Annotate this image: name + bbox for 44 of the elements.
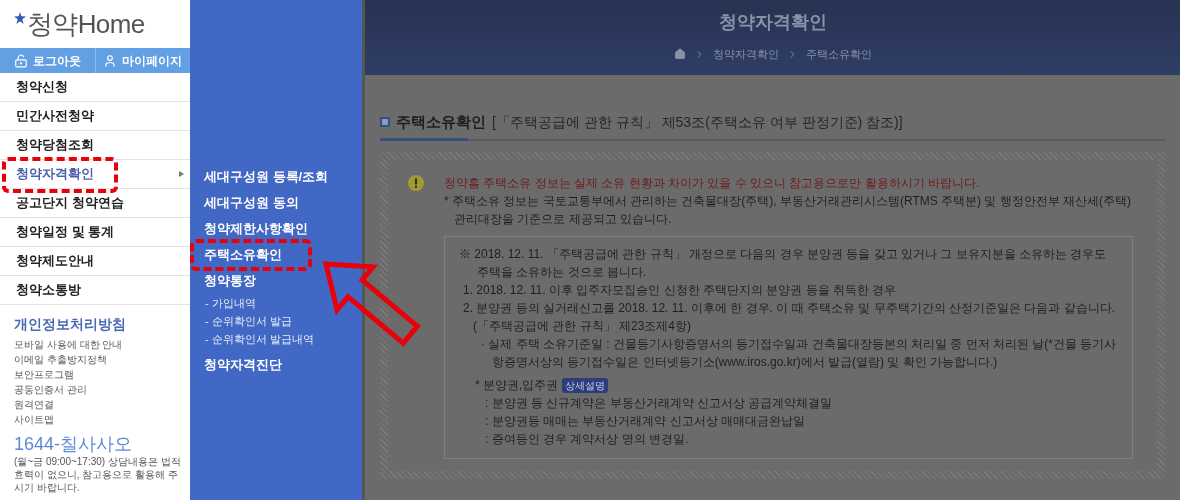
square-bullet-icon	[380, 117, 390, 127]
submenu-subitem[interactable]: - 순위확인서 발급내역	[204, 330, 362, 348]
section-title: 주택소유확인	[396, 111, 486, 132]
footer-link[interactable]: 이메일 추출방지정책	[14, 352, 190, 367]
ownership-criterion: · 실제 주택 소유기준일 : 건물등기사항증명서의 등기접수일과 건축물대장등본의 처리일 중 먼저 처리된 날(*건물 등기사항증명서상의 등기접수일은 인터넷등기소(www.iros.go.kr)에서 발급(열람) 및 확인 가능합니다.)	[480, 336, 1118, 371]
policy-title[interactable]: 개인정보처리방침	[14, 314, 190, 334]
breadcrumb-link[interactable]: 청약자격확인	[712, 46, 779, 63]
page-title: 청약자격확인	[718, 11, 827, 34]
site-logo[interactable]: 청약Home	[27, 4, 145, 44]
star-icon	[14, 12, 26, 24]
warning-text: 청약홈 주택소유 정보는 실제 소유 현황과 차이가 있을 수 있으니 참고용으로만 활용하시기 바랍니다.	[444, 175, 981, 192]
warning-icon	[408, 175, 424, 191]
submenu-item[interactable]: 세대구성원 동의	[204, 190, 362, 216]
rights-date-item: : 분양권등 매매는 부동산거래계약 신고서상 매매대금완납일	[484, 413, 806, 430]
rule-intro: ※ 2018. 12. 11. 「주택공급에 관한 규칙」 개정으로 다음의 경우 분양권 등을 갖고 있거나 그 보유지분을 소유하는 경우도 주택을 소유하는 것으로 봅니다.	[459, 246, 1108, 281]
submenu-item[interactable]: 청약통장	[204, 268, 362, 294]
submenu-item[interactable]: 세대구성원 등록/조회	[204, 164, 362, 190]
hotline-number: 1644-칠사사오	[14, 433, 134, 455]
rule-reference: (「주택공급에 관한 규칙」 제23조제4항)	[472, 318, 692, 335]
footer-link[interactable]: 공동인증서 관리	[14, 382, 190, 397]
rights-label: * 분양권,입주권	[475, 377, 559, 394]
submenu-item[interactable]: 청약자격진단	[204, 352, 362, 378]
caret-icon	[179, 171, 184, 177]
rule-item: 1. 2018. 12. 11. 이후 입주자모집승인 신청한 주택단지의 분양권 등을 취득한 경우	[462, 282, 898, 299]
footer-link[interactable]: 보안프로그램	[14, 367, 190, 382]
unlocked-padlock-icon	[13, 53, 28, 68]
section-reference: [「주택공급에 관한 규칙」 제53조(주택소유 여부 판정기준) 참조)]	[492, 112, 903, 132]
breadcrumb-link[interactable]: 주택소유확인	[805, 46, 872, 63]
source-note: * 주택소유 정보는 국토교통부에서 관리하는 건축물대장(주택), 부동산거래관리시스템(RTMS 주택분) 및 행정안전부 재산세(주택)관리대장을 기준으로 제공되고 있습니다.	[444, 193, 1133, 228]
submenu-item[interactable]: 청약제한사항확인	[204, 216, 362, 242]
submenu-subitem[interactable]: - 가입내역	[204, 294, 362, 312]
submenu-subitem[interactable]: - 순위확인서 발급	[204, 312, 362, 330]
footer-link[interactable]: 사이트맵	[14, 412, 190, 427]
menu-item[interactable]: 청약제도안내	[0, 247, 190, 276]
footer-link[interactable]: 모바일 사용에 대한 안내	[14, 337, 190, 352]
details-button[interactable]: 상세설명	[562, 377, 609, 393]
footer-link[interactable]: 원격연결	[14, 397, 190, 412]
home-icon[interactable]	[673, 48, 686, 61]
rule-item: 2. 분양권 등의 실거래신고를 2018. 12. 11. 이후에 한 경우. 이 때 주택소유 및 무주택기간의 산정기준일은 다음과 같습니다.	[462, 300, 1116, 317]
submenu-item[interactable]: 주택소유확인	[204, 242, 362, 268]
hotline-note: (월~금 09:00~17:30) 상담내용은 법적효력이 없으니, 참고용으로 활용해 주시기 바랍니다.	[14, 455, 182, 494]
rights-date-item: : 증여등인 경우 계약서상 명의 변경일.	[484, 431, 690, 448]
rights-date-item: : 분양권 등 신규계약은 부동산거래계약 신고서상 공급계약체결일	[484, 395, 834, 412]
user-icon	[103, 53, 118, 68]
